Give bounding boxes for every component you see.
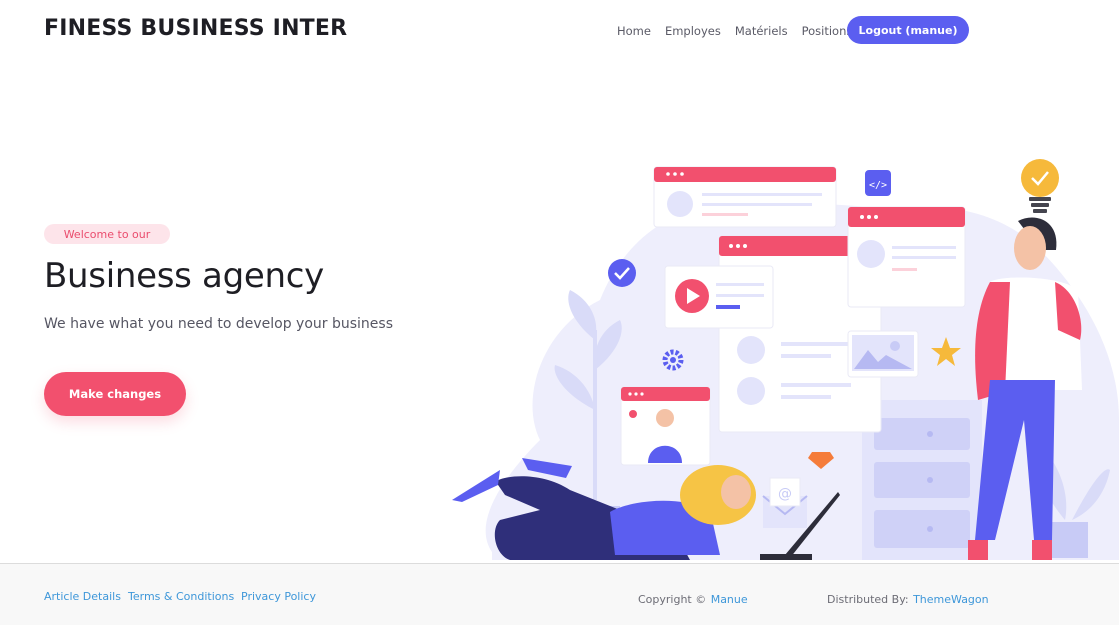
nav-positions-link[interactable]: Positions (802, 24, 853, 38)
hero-illustration: </> @ (452, 159, 1119, 560)
copyright-text: Copyright © Manue (638, 590, 748, 608)
svg-text:@: @ (778, 486, 792, 502)
image-card (847, 330, 919, 378)
lightbulb-icon (1021, 159, 1059, 213)
distributed-by-text: Distributed By: ThemeWagon (827, 590, 989, 608)
check-circle-icon (608, 259, 636, 287)
footer-article-details-link[interactable]: Article Details (44, 590, 121, 603)
copyright-owner-link[interactable]: Manue (711, 593, 748, 606)
top-navbar: FINESS BUSINESS INTER Home Employes Maté… (0, 0, 1119, 62)
logout-button[interactable]: Logout (manue) (847, 16, 969, 44)
video-card (664, 265, 774, 329)
hero-subtitle: We have what you need to develop your bu… (44, 316, 393, 332)
make-changes-button[interactable]: Make changes (44, 372, 186, 416)
brand-logo[interactable]: FINESS BUSINESS INTER (44, 16, 347, 41)
browser-window-top (653, 166, 837, 228)
main-nav: Home Employes Matériels Positions (617, 24, 866, 38)
footer-terms-link[interactable]: Terms & Conditions (128, 590, 234, 603)
hero-title: Business agency (44, 256, 324, 296)
page-footer: Article Details Terms & Conditions Priva… (0, 563, 1119, 625)
themewagon-link[interactable]: ThemeWagon (913, 593, 989, 606)
copyright-prefix: Copyright © (638, 593, 707, 606)
footer-privacy-link[interactable]: Privacy Policy (241, 590, 316, 603)
code-icon: </> (865, 170, 891, 196)
nav-employes-link[interactable]: Employes (665, 24, 721, 38)
browser-window-profile (847, 206, 966, 308)
video-call-card (620, 386, 711, 466)
distributed-prefix: Distributed By: (827, 593, 909, 606)
nav-home-link[interactable]: Home (617, 24, 651, 38)
welcome-badge: Welcome to our (44, 224, 170, 244)
mail-icon: @ (762, 477, 808, 528)
nav-materiels-link[interactable]: Matériels (735, 24, 788, 38)
svg-text:</>: </> (869, 180, 887, 191)
